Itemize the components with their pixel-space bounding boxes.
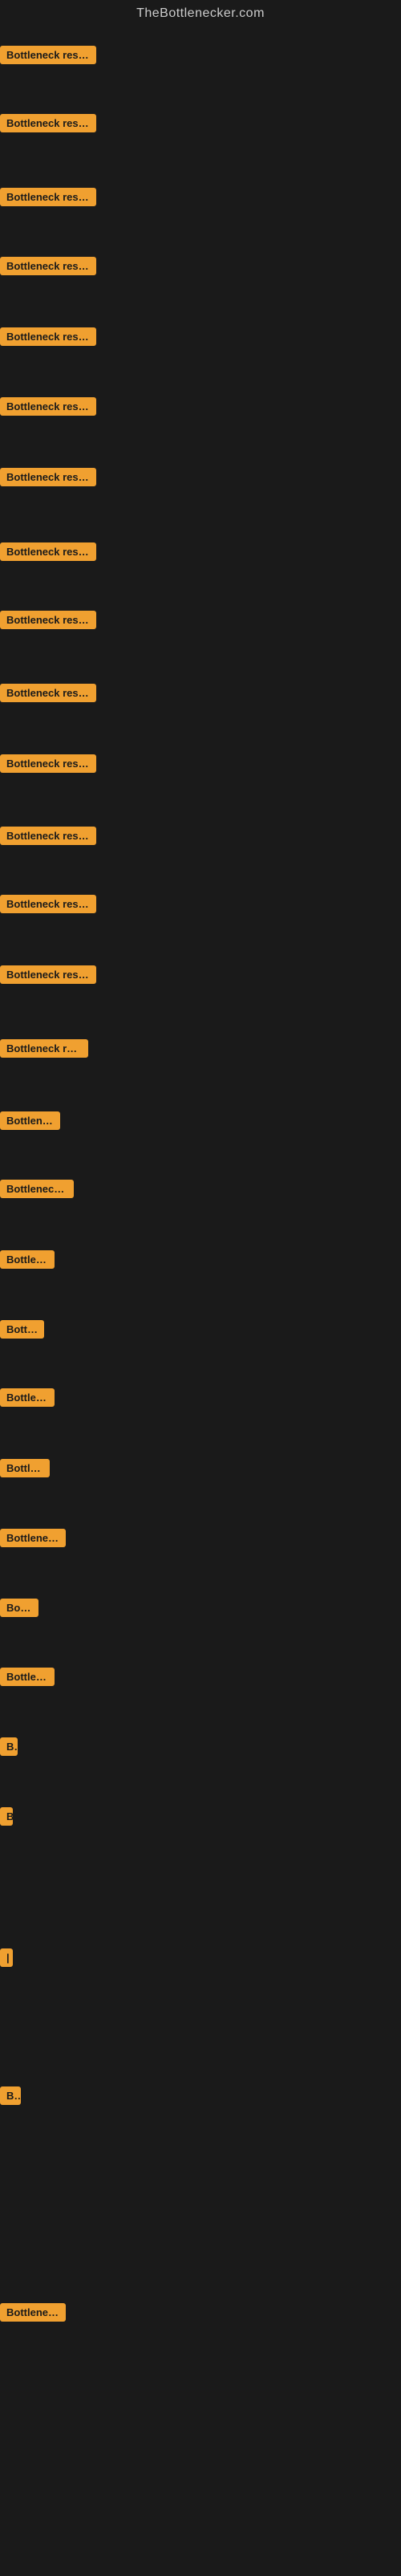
bottleneck-badge[interactable]: Bottleneck result: [0, 895, 96, 913]
result-row: Bottleneck result: [0, 754, 96, 777]
bottleneck-badge[interactable]: Bottleneck result: [0, 1039, 88, 1058]
result-row: Bottlenec: [0, 1459, 50, 1481]
result-row: Bottleneck result: [0, 468, 96, 490]
bottleneck-badge[interactable]: Bottlene: [0, 1320, 44, 1339]
result-row: Bottleneck result: [0, 188, 96, 210]
bottleneck-badge[interactable]: B: [0, 1807, 13, 1826]
result-row: Bottleneck result: [0, 895, 96, 917]
bottleneck-badge[interactable]: Bo: [0, 1737, 18, 1756]
bottleneck-badge[interactable]: Bottleneck result: [0, 257, 96, 275]
bottleneck-badge[interactable]: Bottleneck: [0, 1668, 55, 1686]
bottleneck-badge[interactable]: Bottler: [0, 1599, 38, 1617]
result-row: Bottleneck result: [0, 257, 96, 279]
result-row: Bottleneck result: [0, 1039, 88, 1062]
result-row: Bottleneck r: [0, 1111, 60, 1134]
bottleneck-badge[interactable]: Bottleneck result: [0, 542, 96, 561]
bottleneck-badge[interactable]: Bottleneck result: [0, 46, 96, 64]
result-row: Bot: [0, 2086, 21, 2109]
result-row: Bottleneck result: [0, 397, 96, 420]
bottleneck-badge[interactable]: Bot: [0, 2086, 21, 2105]
bottleneck-badge[interactable]: Bottleneck re: [0, 2303, 66, 2322]
bottleneck-badge[interactable]: Bottleneck result: [0, 611, 96, 629]
bottleneck-badge[interactable]: Bottleneck result: [0, 327, 96, 346]
result-row: |: [0, 1948, 13, 1971]
result-row: Bottleneck result: [0, 965, 96, 988]
result-row: Bottleneck result: [0, 327, 96, 350]
bottleneck-badge[interactable]: Bottleneck re: [0, 1529, 66, 1547]
result-row: Bottler: [0, 1599, 38, 1621]
bottleneck-badge[interactable]: Bottleneck result: [0, 827, 96, 845]
bottleneck-badge[interactable]: Bottleneck result: [0, 965, 96, 984]
result-row: Bottleneck result: [0, 827, 96, 849]
result-row: Bottleneck re: [0, 1529, 66, 1551]
bottleneck-badge[interactable]: Bottleneck r: [0, 1111, 60, 1130]
bottleneck-badge[interactable]: Bottlenec: [0, 1459, 50, 1477]
bottleneck-badge[interactable]: Bottleneck result: [0, 397, 96, 416]
result-row: Bottleneck: [0, 1668, 55, 1690]
bottleneck-badge[interactable]: Bottleneck: [0, 1250, 55, 1269]
bottleneck-badge[interactable]: Bottleneck: [0, 1388, 55, 1407]
bottleneck-badge[interactable]: Bottleneck result: [0, 188, 96, 206]
result-row: Bottleneck: [0, 1250, 55, 1273]
site-title: TheBottlenecker.com: [0, 0, 401, 24]
bottleneck-badge[interactable]: Bottleneck result: [0, 468, 96, 486]
bottleneck-badge[interactable]: |: [0, 1948, 13, 1967]
result-row: Bottleneck result: [0, 114, 96, 136]
result-row: Bottleneck re: [0, 2303, 66, 2326]
bottleneck-badge[interactable]: Bottleneck result: [0, 114, 96, 132]
bottleneck-badge[interactable]: Bottleneck result: [0, 754, 96, 773]
result-row: Bottleneck result: [0, 611, 96, 633]
result-row: B: [0, 1807, 13, 1830]
result-row: Bottleneck result: [0, 46, 96, 68]
bottleneck-badge[interactable]: Bottleneck result: [0, 684, 96, 702]
bottleneck-badge[interactable]: Bottleneck resu: [0, 1180, 74, 1198]
result-row: Bottleneck resu: [0, 1180, 74, 1202]
result-row: Bottleneck result: [0, 542, 96, 565]
result-row: Bo: [0, 1737, 18, 1760]
result-row: Bottleneck: [0, 1388, 55, 1411]
result-row: Bottleneck result: [0, 684, 96, 706]
result-row: Bottlene: [0, 1320, 44, 1343]
